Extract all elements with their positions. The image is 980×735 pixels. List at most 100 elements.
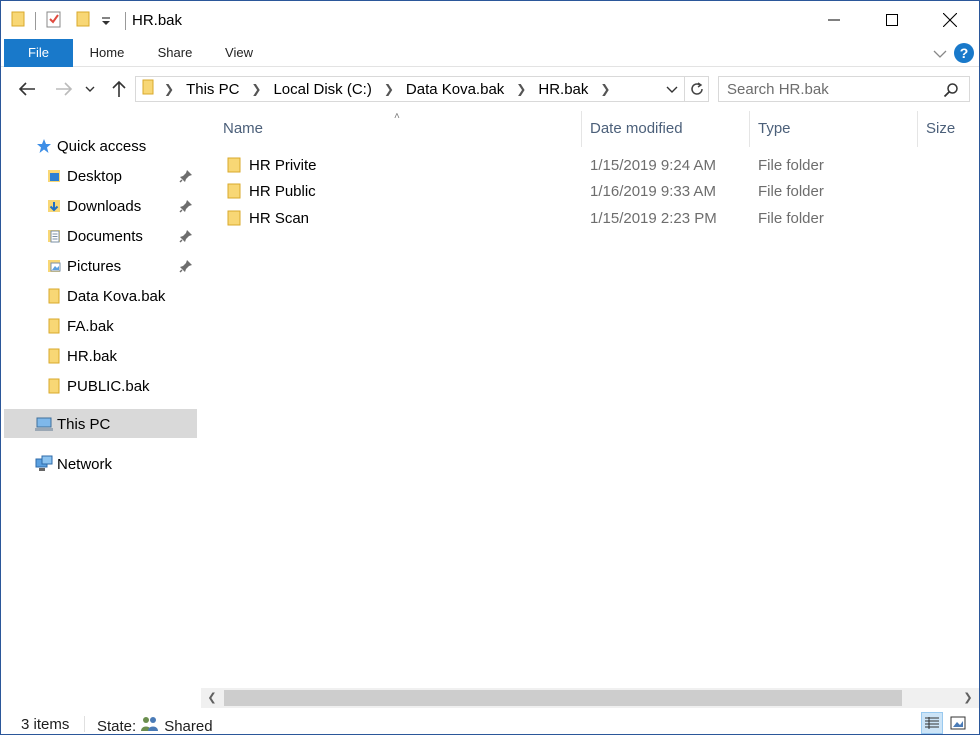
breadcrumb-local-disk[interactable]: Local Disk (C:): [273, 81, 371, 98]
close-icon: [943, 13, 957, 27]
recent-locations-button[interactable]: [83, 79, 97, 99]
forward-arrow-icon: [56, 82, 73, 96]
sidebar-item-network[interactable]: Network: [35, 449, 112, 479]
sidebar-item-fa-bak[interactable]: FA.bak: [45, 311, 114, 341]
search-box[interactable]: [718, 76, 970, 102]
maximize-icon: [886, 14, 898, 26]
breadcrumb-data-kova[interactable]: Data Kova.bak: [406, 81, 504, 98]
column-header-type[interactable]: Type: [758, 111, 791, 147]
scrollbar-thumb[interactable]: [224, 690, 902, 706]
chevron-down-icon: [666, 86, 678, 93]
item-count: 3 items: [21, 716, 70, 733]
sidebar-label: Desktop: [67, 167, 123, 185]
file-type: File folder: [758, 183, 824, 200]
expand-ribbon-icon[interactable]: [933, 46, 947, 62]
column-header-date[interactable]: Date modified: [590, 111, 683, 147]
state-value: Shared: [164, 717, 213, 735]
tab-share[interactable]: Share: [149, 39, 201, 67]
sidebar-item-quick-access[interactable]: Quick access: [35, 131, 146, 161]
tab-view[interactable]: View: [213, 39, 265, 67]
breadcrumb-hr-bak[interactable]: HR.bak: [538, 81, 588, 98]
table-row[interactable]: HR Scan 1/15/2019 2:23 PM File folder: [217, 206, 957, 232]
pin-icon[interactable]: [179, 199, 193, 213]
chevron-right-icon[interactable]: ❯: [600, 82, 610, 96]
customize-toolbar-icon[interactable]: [100, 13, 112, 29]
up-button[interactable]: [108, 79, 130, 99]
folder-icon: [45, 377, 63, 395]
address-bar[interactable]: ❯ This PC ❯ Local Disk (C:) ❯ Data Kova.…: [135, 76, 709, 102]
column-header-size[interactable]: Size: [926, 111, 955, 147]
chevron-right-icon[interactable]: ❯: [516, 82, 526, 96]
forward-button[interactable]: [53, 79, 75, 99]
sidebar-item-documents[interactable]: Documents: [45, 221, 143, 251]
chevron-right-icon[interactable]: ❯: [164, 82, 174, 96]
sidebar-item-downloads[interactable]: Downloads: [45, 191, 141, 221]
close-button[interactable]: [921, 1, 979, 39]
large-icons-view-button[interactable]: [947, 712, 969, 734]
state-label: State:: [97, 717, 137, 735]
sidebar-item-data-kova[interactable]: Data Kova.bak: [45, 281, 165, 311]
minimize-button[interactable]: [805, 1, 863, 39]
folder-icon: [142, 79, 154, 99]
folder-icon: [45, 287, 63, 305]
chevron-right-icon[interactable]: ❯: [251, 82, 261, 96]
sidebar-label: Network: [57, 455, 113, 473]
sidebar-item-desktop[interactable]: Desktop: [45, 161, 122, 191]
chevron-right-icon[interactable]: ❯: [384, 82, 394, 96]
share-state: State: Shared: [97, 716, 213, 735]
scroll-right-icon[interactable]: ❯: [959, 690, 977, 706]
sort-ascending-icon: ˄: [394, 111, 400, 122]
title-bar: HR.bak: [1, 1, 979, 39]
new-folder-icon[interactable]: [76, 11, 90, 30]
chevron-down-icon: [85, 86, 95, 92]
maximize-button[interactable]: [863, 1, 921, 39]
sidebar-label: Data Kova.bak: [67, 287, 166, 305]
column-divider[interactable]: [581, 111, 582, 147]
computer-icon: [35, 415, 53, 433]
folder-icon[interactable]: [11, 11, 25, 30]
sidebar-label: HR.bak: [67, 347, 118, 365]
refresh-button[interactable]: [684, 77, 708, 101]
column-header-name[interactable]: Name: [223, 111, 263, 147]
sidebar-item-public-bak[interactable]: PUBLIC.bak: [45, 371, 150, 401]
navigation-pane: Quick access Desktop Downloads Documents: [1, 111, 199, 706]
table-row[interactable]: HR Privite 1/15/2019 9:24 AM File folder: [217, 153, 957, 179]
address-history-button[interactable]: [666, 82, 678, 99]
minimize-icon: [828, 19, 840, 21]
properties-icon[interactable]: [46, 10, 62, 31]
star-icon: [35, 137, 53, 155]
title-divider: [125, 12, 126, 30]
details-view-button[interactable]: [921, 712, 943, 734]
tab-file[interactable]: File: [4, 39, 73, 67]
column-divider[interactable]: [749, 111, 750, 147]
ribbon-tabs: File Home Share View ?: [1, 39, 979, 67]
folder-icon: [45, 347, 63, 365]
users-icon: [140, 716, 160, 735]
file-name: HR Public: [249, 183, 316, 200]
breadcrumb-this-pc[interactable]: This PC: [186, 81, 239, 98]
sidebar-label: Pictures: [67, 257, 122, 275]
folder-icon: [227, 183, 241, 203]
details-view-icon: [925, 717, 939, 729]
sidebar-label: PUBLIC.bak: [67, 377, 150, 395]
folder-icon: [227, 157, 241, 177]
sidebar-item-hr-bak[interactable]: HR.bak: [45, 341, 117, 371]
horizontal-scrollbar[interactable]: ❮ ❯: [201, 688, 979, 708]
pin-icon[interactable]: [179, 169, 193, 183]
help-button[interactable]: ?: [954, 43, 974, 63]
folder-icon: [45, 317, 63, 335]
tab-home[interactable]: Home: [81, 39, 133, 67]
scroll-left-icon[interactable]: ❮: [203, 690, 221, 706]
table-row[interactable]: HR Public 1/16/2019 9:33 AM File folder: [217, 179, 957, 205]
sidebar-item-this-pc[interactable]: This PC: [35, 409, 110, 439]
column-divider[interactable]: [917, 111, 918, 147]
pin-icon[interactable]: [179, 259, 193, 273]
file-name: HR Privite: [249, 157, 317, 174]
file-type: File folder: [758, 210, 824, 227]
back-button[interactable]: [16, 79, 38, 99]
sidebar-item-pictures[interactable]: Pictures: [45, 251, 121, 281]
search-icon[interactable]: [943, 82, 959, 101]
pin-icon[interactable]: [179, 229, 193, 243]
search-input[interactable]: [727, 77, 937, 101]
file-date: 1/16/2019 9:33 AM: [590, 183, 716, 200]
